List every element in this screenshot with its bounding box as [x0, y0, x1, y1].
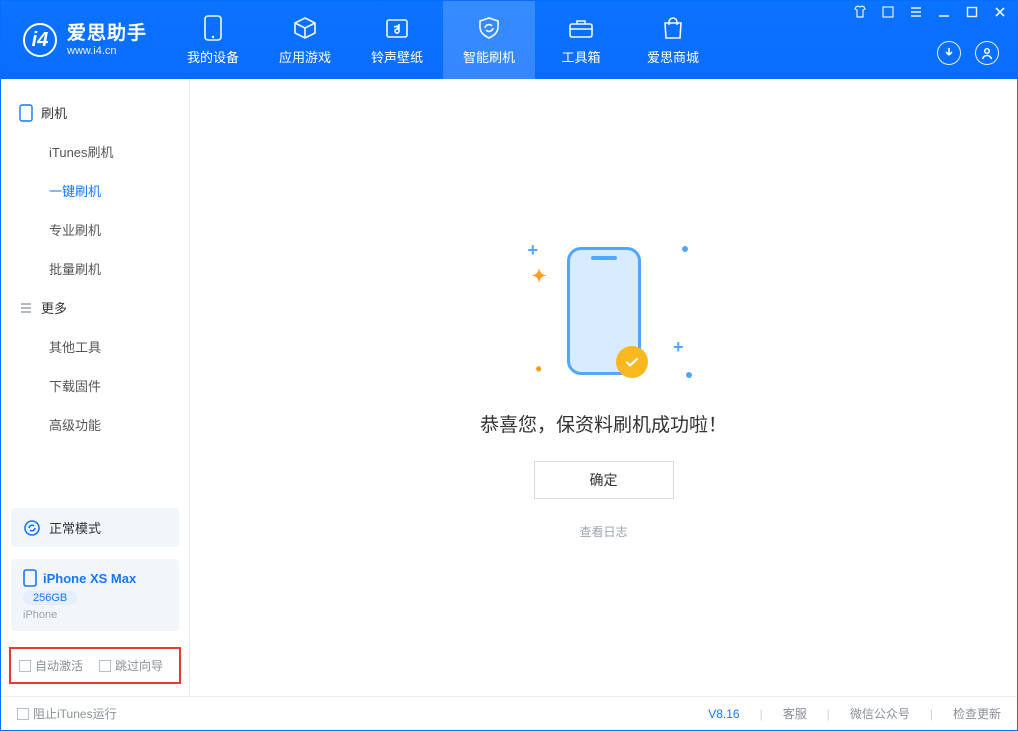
separator-icon: | — [827, 707, 830, 721]
sidebar-item-pro[interactable]: 专业刷机 — [1, 210, 189, 249]
checkbox-block-itunes[interactable]: 阻止iTunes运行 — [17, 705, 117, 722]
sparkle-icon: + — [673, 337, 684, 358]
tab-my-device[interactable]: 我的设备 — [167, 1, 259, 79]
sidebar-item-oneclick[interactable]: 一键刷机 — [1, 171, 189, 210]
maximize-icon[interactable] — [965, 5, 979, 19]
checkbox-label: 阻止iTunes运行 — [33, 707, 117, 721]
footer-link-support[interactable]: 客服 — [783, 705, 807, 722]
tab-label: 我的设备 — [187, 47, 239, 66]
cube-icon — [292, 15, 318, 41]
view-log-link[interactable]: 查看日志 — [579, 523, 627, 540]
device-capacity: 256GB — [23, 591, 77, 605]
device-name-row: iPhone XS Max — [23, 569, 136, 587]
checkbox-label: 自动激活 — [35, 659, 83, 673]
ok-button[interactable]: 确定 — [534, 461, 674, 499]
success-illustration: + ✦ • + — [544, 236, 664, 386]
device-card[interactable]: iPhone XS Max 256GB iPhone — [11, 559, 179, 631]
sidebar: 刷机 iTunes刷机 一键刷机 专业刷机 批量刷机 更多 其他工具 下载固件 … — [1, 79, 190, 696]
mode-card[interactable]: 正常模式 — [11, 508, 179, 547]
sparkle-icon: ✦ — [532, 266, 547, 287]
tab-smart-flash[interactable]: 智能刷机 — [443, 1, 535, 79]
header-bar: i4 爱思助手 www.i4.cn 我的设备 应用游戏 铃声壁纸 智能刷机 工具… — [1, 1, 1017, 79]
success-text: 恭喜您，保资料刷机成功啦！ — [480, 410, 727, 437]
tshirt-icon[interactable] — [853, 5, 867, 19]
sidebar-item-other[interactable]: 其他工具 — [1, 327, 189, 366]
section-title: 更多 — [41, 298, 67, 317]
list-icon[interactable] — [909, 5, 923, 19]
music-folder-icon — [384, 15, 410, 41]
nav-tabs: 我的设备 应用游戏 铃声壁纸 智能刷机 工具箱 爱思商城 — [167, 1, 719, 79]
sidebar-item-advanced[interactable]: 高级功能 — [1, 405, 189, 444]
user-icon[interactable] — [975, 41, 999, 65]
checkbox-skip-guide[interactable]: 跳过向导 — [99, 657, 163, 674]
separator-icon: | — [760, 707, 763, 721]
checkbox-icon — [99, 660, 111, 672]
phone-outline-icon — [567, 247, 641, 375]
bottom-options-box: 自动激活 跳过向导 — [9, 647, 181, 684]
tab-label: 爱思商城 — [647, 47, 699, 66]
main-panel: + ✦ • + 恭喜您，保资料刷机成功啦！ 确定 查看日志 — [190, 79, 1017, 696]
menu-icon[interactable] — [881, 5, 895, 19]
success-check-badge-icon — [616, 346, 648, 378]
close-icon[interactable] — [993, 5, 1007, 19]
checkbox-auto-activate[interactable]: 自动激活 — [19, 657, 83, 674]
sidebar-item-batch[interactable]: 批量刷机 — [1, 249, 189, 288]
tab-toolbox[interactable]: 工具箱 — [535, 1, 627, 79]
separator-icon: | — [930, 707, 933, 721]
device-name: iPhone XS Max — [43, 571, 136, 586]
bag-icon — [660, 15, 686, 41]
tab-store[interactable]: 爱思商城 — [627, 1, 719, 79]
section-more-header: 更多 — [1, 288, 189, 327]
brand-url: www.i4.cn — [67, 45, 147, 58]
phone-icon — [200, 15, 226, 41]
dot-icon — [686, 372, 692, 378]
header-right-icons — [937, 41, 999, 65]
body: 刷机 iTunes刷机 一键刷机 专业刷机 批量刷机 更多 其他工具 下载固件 … — [1, 79, 1017, 696]
section-title: 刷机 — [41, 103, 67, 122]
sparkle-icon: • — [536, 359, 542, 380]
tab-label: 智能刷机 — [463, 47, 515, 66]
window-controls — [853, 5, 1007, 19]
version-label: V8.16 — [708, 707, 739, 721]
brand-logo-icon: i4 — [23, 23, 57, 57]
tab-ringtone[interactable]: 铃声壁纸 — [351, 1, 443, 79]
sync-icon — [23, 519, 41, 537]
checkbox-icon — [19, 660, 31, 672]
toolbox-icon — [568, 15, 594, 41]
sidebar-item-firmware[interactable]: 下载固件 — [1, 366, 189, 405]
brand-name: 爱思助手 — [67, 23, 147, 45]
phone-small-icon — [19, 104, 33, 122]
checkbox-label: 跳过向导 — [115, 659, 163, 673]
phone-notch-icon — [591, 256, 617, 260]
minimize-icon[interactable] — [937, 5, 951, 19]
list-small-icon — [19, 301, 33, 315]
sparkle-icon: + — [528, 240, 539, 261]
footer-link-wechat[interactable]: 微信公众号 — [850, 705, 910, 722]
footer-link-update[interactable]: 检查更新 — [953, 705, 1001, 722]
download-icon[interactable] — [937, 41, 961, 65]
sidebar-item-itunes[interactable]: iTunes刷机 — [1, 132, 189, 171]
tab-label: 应用游戏 — [279, 47, 331, 66]
brand-block: i4 爱思助手 www.i4.cn — [1, 1, 167, 79]
tab-label: 铃声壁纸 — [371, 47, 423, 66]
brand-text: 爱思助手 www.i4.cn — [67, 23, 147, 57]
phone-blue-icon — [23, 569, 37, 587]
dot-icon — [682, 246, 688, 252]
sync-shield-icon — [476, 15, 502, 41]
footer-bar: 阻止iTunes运行 V8.16 | 客服 | 微信公众号 | 检查更新 — [1, 696, 1017, 730]
tab-apps[interactable]: 应用游戏 — [259, 1, 351, 79]
section-flash-header: 刷机 — [1, 93, 189, 132]
checkbox-icon — [17, 708, 29, 720]
tab-label: 工具箱 — [562, 47, 601, 66]
mode-label: 正常模式 — [49, 518, 101, 537]
device-type: iPhone — [23, 609, 57, 621]
